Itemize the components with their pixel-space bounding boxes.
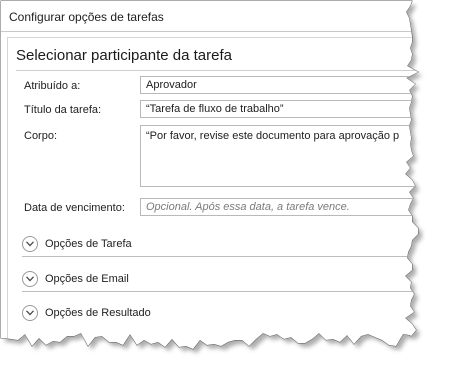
task-title-field[interactable]: “Tarefa de fluxo de trabalho” xyxy=(140,100,440,118)
outcome-options-expander[interactable]: Opções de Resultado xyxy=(22,303,432,325)
screenshot-scene: Configurar opções de tarefas Selecionar … xyxy=(0,0,449,377)
expander-divider xyxy=(22,256,428,257)
chevron-down-icon[interactable] xyxy=(22,305,38,321)
section-divider xyxy=(16,70,428,71)
due-date-label: Data de vencimento: xyxy=(24,202,125,214)
chevron-down-icon[interactable] xyxy=(22,236,38,252)
dialog-content: Selecionar participante da tarefa Atribu… xyxy=(7,37,428,338)
email-options-expander[interactable]: Opções de Email xyxy=(22,269,432,291)
chevron-down-icon[interactable] xyxy=(22,271,38,287)
assigned-to-field[interactable]: Aprovador xyxy=(140,76,440,94)
dialog-titlebar: Configurar opções de tarefas xyxy=(1,1,411,32)
outcome-options-label: Opções de Resultado xyxy=(45,307,151,319)
email-options-label: Opções de Email xyxy=(45,273,129,285)
body-field[interactable]: “Por favor, revise este documento para a… xyxy=(140,125,440,187)
body-label: Corpo: xyxy=(24,130,58,142)
task-options-label: Opções de Tarefa xyxy=(45,238,132,250)
expander-divider xyxy=(22,291,428,292)
due-date-field[interactable]: Opcional. Após essa data, a tarefa vence… xyxy=(140,198,440,216)
task-options-expander[interactable]: Opções de Tarefa xyxy=(22,234,432,256)
section-title: Selecionar participante da tarefa xyxy=(16,47,232,64)
assigned-to-label: Atribuído a: xyxy=(24,80,81,92)
task-title-label: Título da tarefa: xyxy=(24,104,102,116)
configure-task-options-dialog: Configurar opções de tarefas Selecionar … xyxy=(0,0,449,377)
dialog-title: Configurar opções de tarefas xyxy=(9,10,164,24)
